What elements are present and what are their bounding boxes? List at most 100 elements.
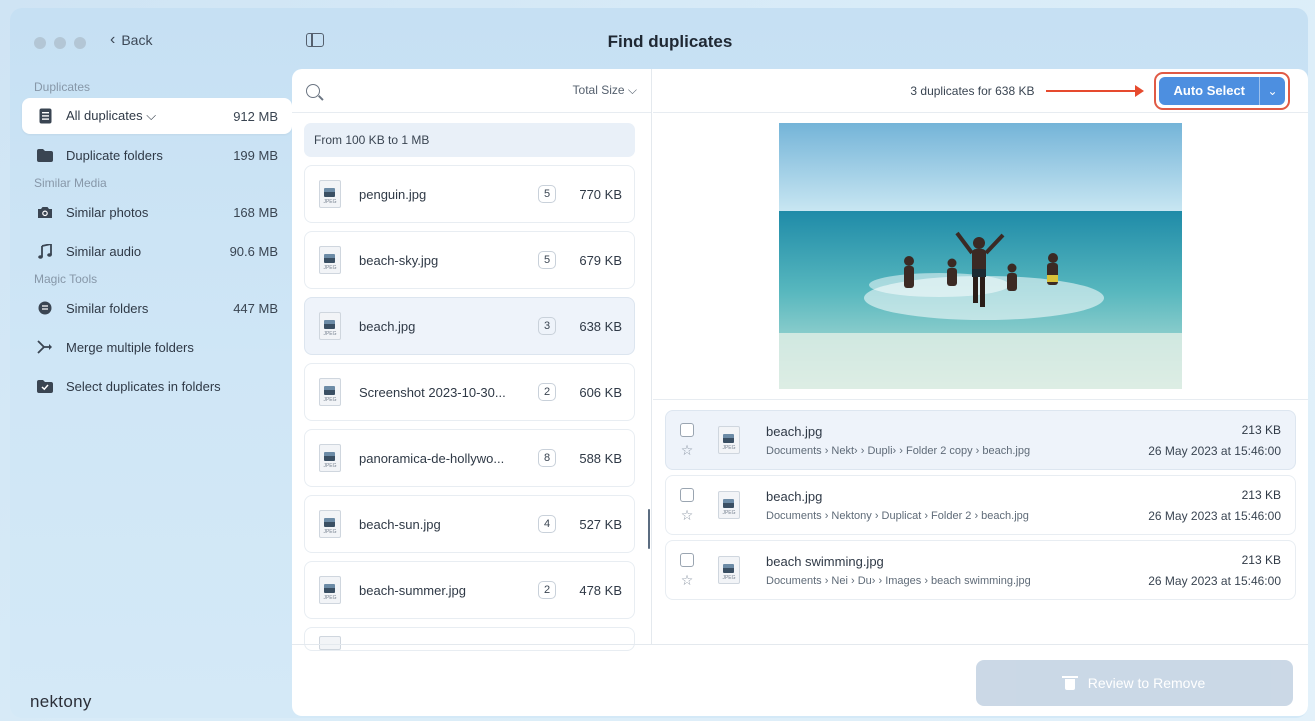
zoom-dot[interactable] [74, 37, 86, 49]
duplicate-row[interactable]: ☆ JPEG beach.jpg Documents › Nekt› › Dup… [665, 410, 1296, 470]
duplicate-file-date: 26 May 2023 at 15:46:00 [1148, 443, 1281, 458]
select-checkbox[interactable] [680, 488, 694, 502]
duplicate-row[interactable]: ☆ JPEG beach.jpg Documents › Nektony › D… [665, 475, 1296, 535]
detail-pane: 3 duplicates for 638 KB Auto Select ⌄ ☆ … [653, 69, 1308, 644]
list-item[interactable]: JPEG beach-sun.jpg 4 527 KB [304, 495, 635, 553]
jpg-file-icon: JPEG [319, 180, 341, 208]
duplicates-summary: 3 duplicates for 638 KB [910, 83, 1035, 98]
sort-dropdown[interactable]: Total Size ⌵ [573, 83, 637, 98]
list-item[interactable]: JPEG penguin.jpg 5 770 KB [304, 165, 635, 223]
list-scrollbar[interactable] [648, 509, 650, 549]
sidebar-item-select-duplicates-in-folders[interactable]: Select duplicates in folders [22, 368, 292, 404]
sidebar: Duplicates All duplicates ⌵ 912 MB Dupli… [22, 80, 292, 407]
similar-folders-icon [36, 299, 54, 317]
jpg-file-icon: JPEG [718, 556, 740, 584]
jpg-file-icon: JPEG [319, 246, 341, 274]
list-item[interactable]: JPEG Screenshot 2023-10-30... 2 606 KB [304, 363, 635, 421]
file-size: 478 KB [579, 582, 622, 598]
sidebar-item-label: Select duplicates in folders [66, 378, 221, 394]
duplicate-count-badge: 2 [538, 383, 556, 401]
chevron-down-icon[interactable]: ⌄ [1259, 76, 1285, 105]
sidebar-item-size: 168 MB [233, 204, 278, 220]
file-name: panoramica-de-hollywo... [359, 450, 505, 466]
app-window: ‹ Back Find duplicates Duplicates All du… [10, 8, 1308, 718]
duplicate-file-size: 213 KB [1241, 487, 1281, 502]
minimize-dot[interactable] [54, 37, 66, 49]
sidebar-item-label: Duplicate folders [66, 147, 163, 163]
merge-icon [36, 338, 54, 356]
file-size: 606 KB [579, 384, 622, 400]
review-to-remove-button[interactable]: Review to Remove [976, 660, 1293, 706]
sidebar-item-similar-photos[interactable]: Similar photos 168 MB [22, 194, 292, 230]
search-icon[interactable] [306, 83, 320, 98]
duplicate-row[interactable]: ☆ JPEG beach swimming.jpg Documents › Ne… [665, 540, 1296, 600]
file-size: 527 KB [579, 516, 622, 532]
file-name: beach-sky.jpg [359, 252, 439, 268]
sidebar-item-similar-folders[interactable]: Similar folders 447 MB [22, 290, 292, 326]
close-dot[interactable] [34, 37, 46, 49]
window-controls[interactable] [34, 37, 86, 49]
folder-icon [36, 146, 54, 164]
file-name: Screenshot 2023-10-30... [359, 384, 506, 400]
sidebar-item-merge-folders[interactable]: Merge multiple folders [22, 329, 292, 365]
duplicate-count-badge: 8 [538, 449, 556, 467]
sidebar-section-similar-media: Similar Media [34, 176, 107, 190]
star-icon[interactable]: ☆ [681, 443, 694, 457]
duplicate-file-date: 26 May 2023 at 15:46:00 [1148, 573, 1281, 588]
duplicate-count-badge: 3 [538, 317, 556, 335]
jpg-file-icon: JPEG [319, 444, 341, 472]
file-size: 588 KB [579, 450, 622, 466]
list-item-selected[interactable]: JPEG beach.jpg 3 638 KB [304, 297, 635, 355]
duplicate-file-path: Documents › Nei › Du› › Images › beach s… [766, 574, 1031, 587]
music-note-icon [36, 242, 54, 260]
star-icon[interactable]: ☆ [681, 508, 694, 522]
sidebar-section-duplicates: Duplicates [34, 80, 91, 94]
duplicate-count-badge: 4 [538, 515, 556, 533]
list-item[interactable]: JPEG beach-summer.jpg 2 478 KB [304, 561, 635, 619]
file-name: beach-sun.jpg [359, 516, 441, 532]
back-label: Back [121, 32, 153, 48]
duplicate-file-name: beach.jpg [766, 423, 823, 439]
file-name: beach-summer.jpg [359, 582, 466, 598]
duplicate-file-date: 26 May 2023 at 15:46:00 [1148, 508, 1281, 523]
sidebar-item-duplicate-folders[interactable]: Duplicate folders 199 MB [22, 137, 292, 173]
sidebar-item-label: All duplicates ⌵ [66, 108, 157, 123]
list-item[interactable]: JPEG beach-sky.jpg 5 679 KB [304, 231, 635, 289]
sidebar-toggle-icon[interactable] [306, 33, 324, 47]
jpg-file-icon: JPEG [718, 491, 740, 519]
duplicates-list: ☆ JPEG beach.jpg Documents › Nekt› › Dup… [653, 400, 1308, 600]
list-item[interactable]: JPEG panoramica-de-hollywo... 8 588 KB [304, 429, 635, 487]
sidebar-item-label: Similar folders [66, 300, 149, 316]
folder-check-icon [36, 377, 54, 395]
auto-select-button-group: Auto Select ⌄ [1159, 76, 1285, 105]
duplicate-count-badge: 2 [538, 581, 556, 599]
file-list-pane: Total Size ⌵ From 100 KB to 1 MB JPEG pe… [292, 69, 652, 651]
sidebar-section-magic-tools: Magic Tools [34, 272, 98, 286]
sidebar-item-size: 90.6 MB [229, 243, 278, 259]
duplicate-file-path: Documents › Nekt› › Dupli› › Folder 2 co… [766, 444, 1031, 457]
file-name: beach.jpg [359, 318, 416, 334]
jpg-file-icon: JPEG [319, 510, 341, 538]
jpg-file-icon: JPEG [319, 312, 341, 340]
back-button[interactable]: ‹ Back [110, 31, 152, 49]
file-size: 638 KB [579, 318, 622, 334]
size-group-header: From 100 KB to 1 MB [304, 123, 635, 157]
select-checkbox[interactable] [680, 553, 694, 567]
image-preview[interactable] [779, 123, 1182, 389]
star-icon[interactable]: ☆ [681, 573, 694, 587]
duplicate-file-name: beach swimming.jpg [766, 553, 884, 569]
sidebar-item-label: Merge multiple folders [66, 339, 194, 355]
detail-header: 3 duplicates for 638 KB Auto Select ⌄ [653, 69, 1308, 113]
auto-select-button[interactable]: Auto Select [1159, 77, 1259, 105]
sidebar-item-similar-audio[interactable]: Similar audio 90.6 MB [22, 233, 292, 269]
camera-icon [36, 203, 54, 221]
duplicate-file-size: 213 KB [1241, 422, 1281, 437]
duplicate-file-name: beach.jpg [766, 488, 823, 504]
sidebar-item-all-duplicates[interactable]: All duplicates ⌵ 912 MB [22, 98, 292, 134]
select-checkbox[interactable] [680, 423, 694, 437]
document-icon [36, 107, 54, 125]
file-size: 770 KB [579, 186, 622, 202]
file-name: penguin.jpg [359, 186, 427, 202]
sidebar-item-size: 912 MB [233, 108, 278, 124]
jpg-file-icon: JPEG [718, 426, 740, 454]
